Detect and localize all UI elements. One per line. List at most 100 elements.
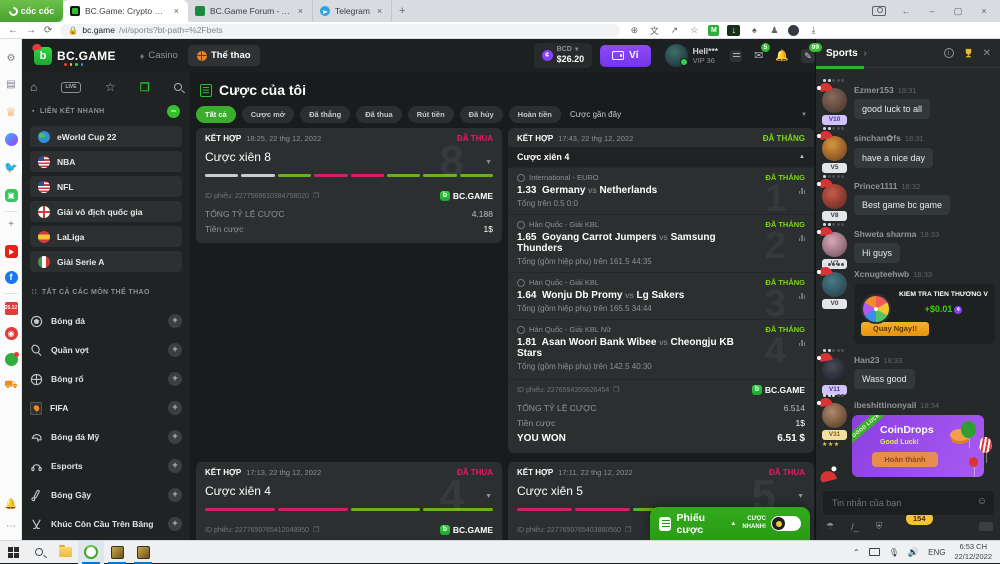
bet-card-expanded[interactable]: KẾT HỢP17:43, 22 thg 12, 2022ĐÃ THẮNG Cư… <box>508 128 814 453</box>
notification-bell-icon[interactable]: 🔔 <box>775 49 789 62</box>
download-button[interactable]: ↓ <box>727 25 740 36</box>
bet-list-icon[interactable] <box>730 50 742 62</box>
my-bets-icon[interactable]: ❒ <box>140 81 150 94</box>
avatar[interactable] <box>822 88 847 113</box>
stats-icon[interactable] <box>799 293 806 299</box>
stats-icon[interactable] <box>799 340 806 346</box>
expand-plus-button[interactable]: + <box>168 517 182 531</box>
bet-card[interactable]: KẾT HỢP18:25, 22 thg 12, 2022ĐÃ THUA Cượ… <box>196 128 502 243</box>
expand-caret-icon[interactable]: ▼ <box>485 159 492 166</box>
search-icon[interactable] <box>174 83 182 91</box>
filter-cancelled[interactable]: Đã hủy <box>460 106 503 123</box>
tab-bcgame[interactable]: BC.Game: Crypto Casino Gan× <box>63 0 188 22</box>
sidebar-item-soccer[interactable]: Bóng đá+ <box>30 310 182 332</box>
sidebar-item-tennis[interactable]: Quần vợt+ <box>30 339 182 361</box>
capture-icon[interactable] <box>872 6 886 16</box>
trophy-icon[interactable] <box>963 48 974 59</box>
profile-avatar-icon[interactable] <box>788 25 799 36</box>
user-avatar[interactable] <box>665 44 688 67</box>
copy-icon[interactable]: ❐ <box>625 526 631 534</box>
facebook-icon[interactable]: f <box>0 271 22 284</box>
language-indicator[interactable]: ENG <box>928 548 945 557</box>
lucky-wheel-card[interactable]: KIỂM TRA TIỀN THƯỞNG VÒNG QU +$0.01¢ Qua… <box>854 284 995 344</box>
padlock-icon[interactable]: 🔒 <box>68 26 78 35</box>
copy-icon[interactable]: ❐ <box>313 526 319 534</box>
chat-username[interactable]: Ezmer153 <box>854 85 894 95</box>
quick-link-nba[interactable]: NBA <box>30 151 182 172</box>
file-explorer-button[interactable] <box>52 541 78 564</box>
filter-open[interactable]: Cược mở <box>242 106 294 123</box>
gamepad-icon[interactable]: ▣ <box>0 189 22 202</box>
chat-username[interactable]: Xcnugteehwb <box>854 269 909 279</box>
shopping-cart-icon[interactable]: ⛟ <box>0 379 22 393</box>
nav-casino[interactable]: ♦Casino <box>140 50 178 61</box>
chat-username[interactable]: Han23 <box>854 355 880 365</box>
expand-plus-button[interactable]: + <box>168 401 182 415</box>
url-field[interactable]: 🔒 bc.game/vi/sports?bt-path=%2Fbets <box>60 24 620 37</box>
tab-close-icon[interactable]: × <box>172 6 181 16</box>
chat-username[interactable]: Shweta sharma <box>854 229 916 239</box>
chat-username[interactable]: Prince1111 <box>854 181 898 191</box>
wallet-button[interactable]: Ví <box>600 45 650 67</box>
tab-forum[interactable]: BC.Game Forum - A Cryptoc× <box>188 0 313 22</box>
sort-dropdown[interactable]: Cược gần đây▼ <box>570 106 807 123</box>
tab-telegram[interactable]: Telegram× <box>313 0 392 22</box>
favorites-star-icon[interactable]: ☆ <box>105 80 116 94</box>
game-app-button[interactable] <box>104 541 130 564</box>
close-icon[interactable]: ✕ <box>983 48 991 59</box>
complete-button[interactable]: Hoàn thành <box>872 452 938 467</box>
live-icon[interactable]: LIVE <box>61 82 80 93</box>
back-button[interactable]: ← <box>8 25 18 36</box>
chat-username[interactable]: sinchan✿fs <box>854 133 901 143</box>
close-button[interactable]: × <box>978 6 990 16</box>
quick-link-nfl[interactable]: NFL <box>30 176 182 197</box>
save-page-icon[interactable]: ⊕ <box>628 25 640 36</box>
expand-plus-button[interactable]: + <box>168 372 182 386</box>
slash-command-icon[interactable]: /​_ <box>851 522 859 532</box>
filter-refund[interactable]: Hoàn tiền <box>509 106 561 123</box>
avatar[interactable] <box>822 403 847 428</box>
spin-now-button[interactable]: Quay Ngay!! <box>861 322 929 336</box>
extension-ghost-icon[interactable]: ♠ <box>748 25 760 35</box>
expand-plus-button[interactable]: + <box>168 430 182 444</box>
reload-button[interactable]: ⟳ <box>44 25 52 36</box>
emoji-icon[interactable]: ☺ <box>977 496 987 507</box>
quick-link-eworldcup[interactable]: eWorld Cup 22 <box>30 126 182 147</box>
stats-icon[interactable] <box>799 188 806 194</box>
chevron-right-icon[interactable]: › <box>864 48 867 58</box>
quick-link-premier[interactable]: Giải vô địch quốc gia <box>30 201 182 222</box>
show-hidden-icons[interactable]: ⌃ <box>853 548 860 557</box>
add-shortcut-icon[interactable]: + <box>0 219 22 230</box>
messenger-icon[interactable] <box>0 133 22 149</box>
twitter-icon[interactable]: 🐦 <box>0 161 22 174</box>
bcgame-logo[interactable]: b BC.GAME <box>34 47 116 65</box>
quick-bet-toggle[interactable] <box>771 516 801 531</box>
mail-icon[interactable]: ✉5 <box>754 49 763 62</box>
chat-input[interactable] <box>823 491 994 515</box>
sidebar-item-icehockey[interactable]: Khúc Côn Cầu Trên Băng+ <box>30 513 182 535</box>
chat-username[interactable]: ibeshittinonyail <box>854 400 916 410</box>
calendar-icon[interactable]: 25.12 <box>0 301 22 315</box>
expand-plus-button[interactable]: + <box>168 459 182 473</box>
copy-icon[interactable]: ❐ <box>613 386 619 394</box>
sidebar-item-cricket[interactable]: Bóng Gậy+ <box>30 484 182 506</box>
taskbar-search-button[interactable] <box>26 541 52 564</box>
tab-close-icon[interactable]: × <box>296 6 305 16</box>
filter-all[interactable]: Tất cả <box>196 106 236 123</box>
coccoc-logo[interactable]: cốc cốc <box>0 0 63 22</box>
filter-cashout[interactable]: Rút tiền <box>408 106 454 123</box>
expand-caret-icon[interactable]: ▼ <box>797 493 804 500</box>
coccoc-taskbar-button[interactable] <box>78 541 104 564</box>
translate-icon[interactable]: 文 <box>648 24 660 37</box>
collapse-button[interactable]: − <box>167 105 180 118</box>
newsfeed-icon[interactable]: ▤ <box>0 79 22 90</box>
home-icon[interactable]: ⌂ <box>30 80 37 94</box>
expand-plus-button[interactable]: + <box>168 488 182 502</box>
user-info[interactable]: Hell***VIP 36 <box>693 46 719 65</box>
bet-slip-button[interactable]: Phiếu cược ▲ CƯỢCNHANH! <box>650 507 810 540</box>
microphone-icon[interactable]: 🎙 <box>889 548 899 557</box>
more-icon[interactable]: ⋯ <box>0 521 22 532</box>
savings-extension-icon[interactable]: M <box>708 25 719 36</box>
sidebar-item-esports[interactable]: Esports+ <box>30 455 182 477</box>
chat-tab-sports[interactable]: Sports <box>826 48 858 59</box>
